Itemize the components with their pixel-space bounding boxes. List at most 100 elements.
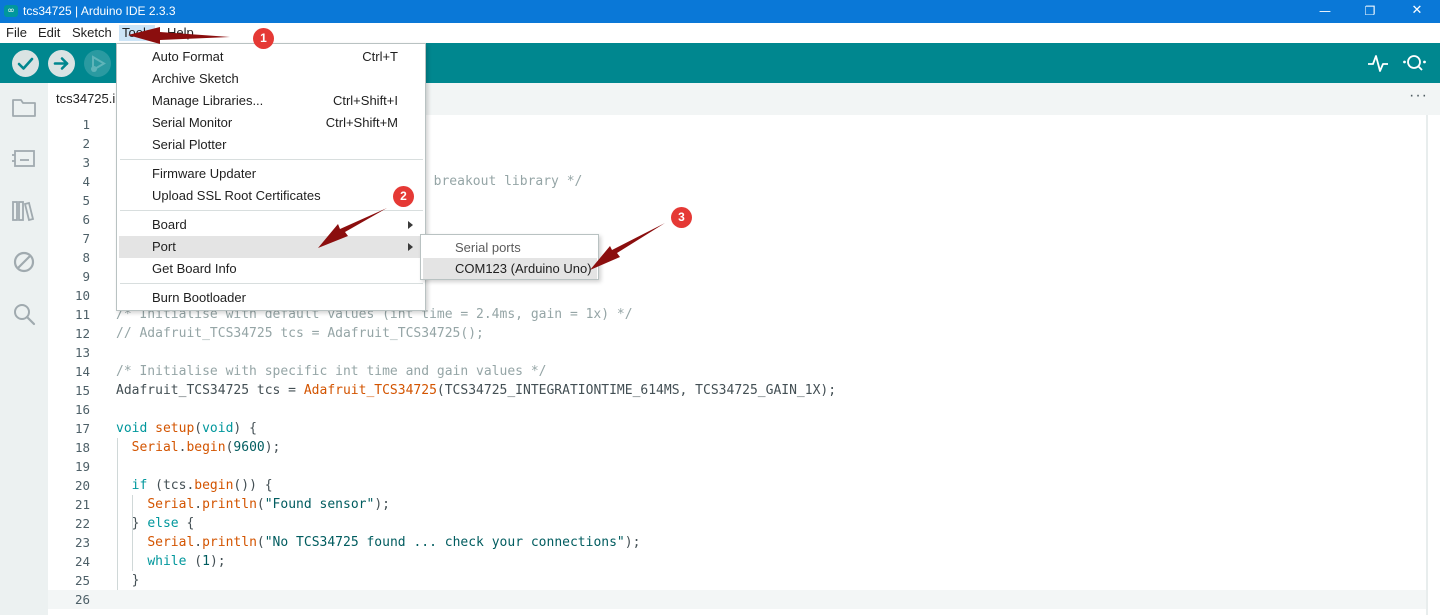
menu-edit[interactable]: Edit [35, 25, 63, 41]
window-title: tcs34725 | Arduino IDE 2.3.3 [23, 4, 176, 18]
line-number-gutter: 1 2 3 4 5 6 7 8 9 10 11 12 13 14 15 16 17 18 19 20 21 22 23 24 2… [48, 115, 96, 615]
line-number: 26 [74, 592, 90, 607]
code-token: else [147, 516, 179, 531]
code-token: setup [155, 421, 195, 436]
line-number: 2 [82, 136, 90, 151]
code-token: println [202, 535, 257, 550]
menu-item-shortcut: Ctrl+T [362, 49, 398, 64]
code-line-12: // Adafruit_TCS34725 tcs = Adafruit_TCS3… [116, 324, 484, 343]
code-token: while [147, 554, 187, 569]
menu-item-firmware-updater[interactable]: Firmware Updater [119, 163, 423, 185]
menu-item-port[interactable]: Port [119, 236, 423, 258]
menu-item-label: Archive Sketch [152, 71, 239, 86]
submenu-header-label: Serial ports [455, 240, 521, 255]
code-token: "Found sensor" [264, 497, 375, 512]
menu-item-board[interactable]: Board [119, 214, 423, 236]
code-token: Serial [147, 497, 195, 512]
menu-item-upload-ssl[interactable]: Upload SSL Root Certificates [119, 185, 423, 207]
code-line-20: if (tcs.begin()) { [116, 476, 273, 495]
code-token: if [131, 478, 148, 493]
code-token: ); [374, 497, 390, 512]
code-line-21: Serial.println("Found sensor"); [116, 495, 390, 514]
line-number: 23 [74, 535, 90, 550]
menu-item-burn-bootloader[interactable]: Burn Bootloader [119, 287, 423, 309]
annotation-badge-1: 1 [253, 28, 274, 49]
code-line-17: void setup(void) { [116, 419, 257, 438]
menu-item-label: Firmware Updater [152, 166, 257, 181]
menu-item-manage-libraries[interactable]: Manage Libraries... Ctrl+Shift+I [119, 90, 423, 112]
sidebar [0, 83, 48, 615]
menu-sketch[interactable]: Sketch [69, 25, 115, 41]
search-icon [14, 304, 36, 326]
port-submenu: Serial ports COM123 (Arduino Uno) [420, 234, 599, 280]
code-line-14: /* Initialise with specific int time and… [116, 362, 546, 381]
menu-item-get-board-info[interactable]: Get Board Info [119, 258, 423, 280]
upload-button[interactable] [48, 50, 75, 77]
line-number: 6 [82, 212, 90, 227]
submenu-arrow-icon [408, 243, 413, 251]
arrow-right-icon [53, 57, 69, 70]
debug-button[interactable] [84, 50, 111, 77]
arduino-logo-icon: ∞ [4, 5, 18, 17]
menu-item-archive-sketch[interactable]: Archive Sketch [119, 68, 423, 90]
line-number: 5 [82, 193, 90, 208]
port-option-com123[interactable]: COM123 (Arduino Uno) [423, 258, 597, 279]
menu-item-label: Serial Plotter [152, 137, 227, 152]
code-line-18: Serial.begin(9600); [116, 438, 281, 457]
serial-monitor-button[interactable] [1402, 52, 1428, 74]
code-token: . [194, 497, 203, 512]
boards-manager-button[interactable] [11, 145, 37, 171]
code-token: Adafruit_TCS34725 [303, 383, 437, 398]
magnifier-dots-icon [1403, 55, 1426, 71]
line-number: 20 [74, 478, 90, 493]
menu-item-label: Manage Libraries... [152, 93, 264, 108]
menu-tools[interactable]: Tools [119, 25, 156, 41]
close-button[interactable]: ✕ [1394, 0, 1440, 23]
search-button[interactable] [11, 301, 37, 327]
line-number: 25 [74, 573, 90, 588]
folder-icon [12, 99, 36, 117]
sketchbook-button[interactable] [11, 94, 37, 120]
code-token: } [116, 573, 140, 588]
code-line-15: Adafruit_TCS34725 tcs = Adafruit_TCS3472… [116, 381, 836, 400]
code-line-24: while (1); [116, 552, 225, 571]
verify-button[interactable] [12, 50, 39, 77]
menu-item-auto-format[interactable]: Auto Format Ctrl+T [119, 46, 423, 68]
editor-scrollbar[interactable] [1426, 115, 1428, 615]
tab-tcs34725[interactable]: tcs34725.i [48, 83, 124, 115]
code-token: ( [256, 497, 265, 512]
code-token: 9600 [233, 440, 265, 455]
debug-panel-button[interactable] [11, 249, 37, 275]
code-comment: // Adafruit_TCS34725 tcs = Adafruit_TCS3… [116, 326, 484, 341]
code-token: "No TCS34725 found ... check your connec… [264, 535, 625, 550]
menu-item-label: Burn Bootloader [152, 290, 246, 305]
menu-item-serial-monitor[interactable]: Serial Monitor Ctrl+Shift+M [119, 112, 423, 134]
line-number: 14 [74, 364, 90, 379]
more-icon[interactable]: ··· [1409, 87, 1428, 105]
code-token: (tcs. [147, 478, 195, 493]
line-number: 8 [82, 250, 90, 265]
checkmark-icon [17, 57, 34, 70]
line-number: 7 [82, 231, 90, 246]
line-number: 21 [74, 497, 90, 512]
menu-separator [120, 159, 423, 160]
minimize-button[interactable]: — [1302, 0, 1348, 23]
line-number: 24 [74, 554, 90, 569]
menu-item-label: Board [152, 217, 187, 232]
code-line-22: } else { [116, 514, 195, 533]
serial-plotter-button[interactable] [1367, 52, 1389, 74]
code-token: (TCS34725_INTEGRATIONTIME_614MS, TCS3472… [436, 383, 837, 398]
menu-file[interactable]: File [3, 25, 30, 41]
code-token: ( [256, 535, 265, 550]
port-option-label: COM123 (Arduino Uno) [455, 261, 592, 276]
menu-help[interactable]: Help [164, 25, 197, 41]
menu-item-serial-plotter[interactable]: Serial Plotter [119, 134, 423, 156]
menu-item-label: Port [152, 239, 176, 254]
restore-button[interactable]: ❐ [1347, 0, 1393, 23]
library-manager-button[interactable] [11, 198, 37, 224]
code-token: begin [194, 478, 234, 493]
